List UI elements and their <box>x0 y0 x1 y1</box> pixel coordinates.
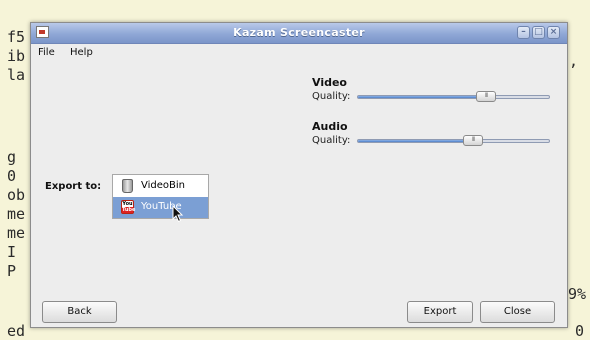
window-title: Kazam Screencaster <box>233 26 365 39</box>
audio-quality-handle[interactable]: III <box>463 135 483 146</box>
terminal-line: ob <box>7 186 26 204</box>
close-button[interactable]: Close <box>480 301 555 323</box>
menu-help[interactable]: Help <box>70 47 93 58</box>
terminal-line: 0 <box>7 167 17 185</box>
maximize-button[interactable]: □ <box>532 26 545 39</box>
terminal-line: ib <box>7 47 26 65</box>
video-quality-label: Quality: <box>312 91 351 102</box>
terminal-fragment: , <box>569 52 579 70</box>
export-to-label: Export to: <box>45 181 102 192</box>
audio-quality-slider[interactable] <box>357 139 550 143</box>
video-quality-fill <box>358 96 487 98</box>
youtube-icon: You Tube <box>121 200 136 214</box>
audio-quality-fill <box>358 140 474 142</box>
terminal-line: me <box>7 205 26 223</box>
export-destination-list: VideoBin You Tube YouTube <box>112 174 209 219</box>
videobin-icon <box>122 179 133 193</box>
minimize-button[interactable]: – <box>517 26 530 39</box>
terminal-fragment: 9% <box>568 285 587 303</box>
video-heading: Video <box>312 76 347 89</box>
title-bar[interactable]: Kazam Screencaster – □ × <box>31 23 567 44</box>
close-window-button[interactable]: × <box>547 26 560 39</box>
audio-quality-label: Quality: <box>312 135 351 146</box>
export-option-youtube[interactable]: You Tube YouTube <box>113 197 208 218</box>
kazam-window: Kazam Screencaster – □ × File Help Video… <box>30 22 568 328</box>
menu-file[interactable]: File <box>38 47 55 58</box>
menu-bar: File Help <box>31 44 567 62</box>
terminal-line: la <box>7 66 26 84</box>
terminal-line: I <box>7 243 17 261</box>
audio-heading: Audio <box>312 120 348 133</box>
terminal-line: g <box>7 148 17 166</box>
terminal-fragment: 0 <box>575 322 585 340</box>
export-option-label: VideoBin <box>141 180 185 191</box>
export-option-videobin[interactable]: VideoBin <box>113 176 208 197</box>
export-button[interactable]: Export <box>407 301 473 323</box>
video-quality-slider[interactable] <box>357 95 550 99</box>
terminal-line: me <box>7 224 26 242</box>
terminal-line: f5 <box>7 28 26 46</box>
terminal-line: ed <box>7 322 26 340</box>
back-button[interactable]: Back <box>42 301 117 323</box>
mouse-pointer-icon <box>172 205 184 223</box>
video-quality-handle[interactable]: III <box>476 91 496 102</box>
terminal-line: P <box>7 262 17 280</box>
